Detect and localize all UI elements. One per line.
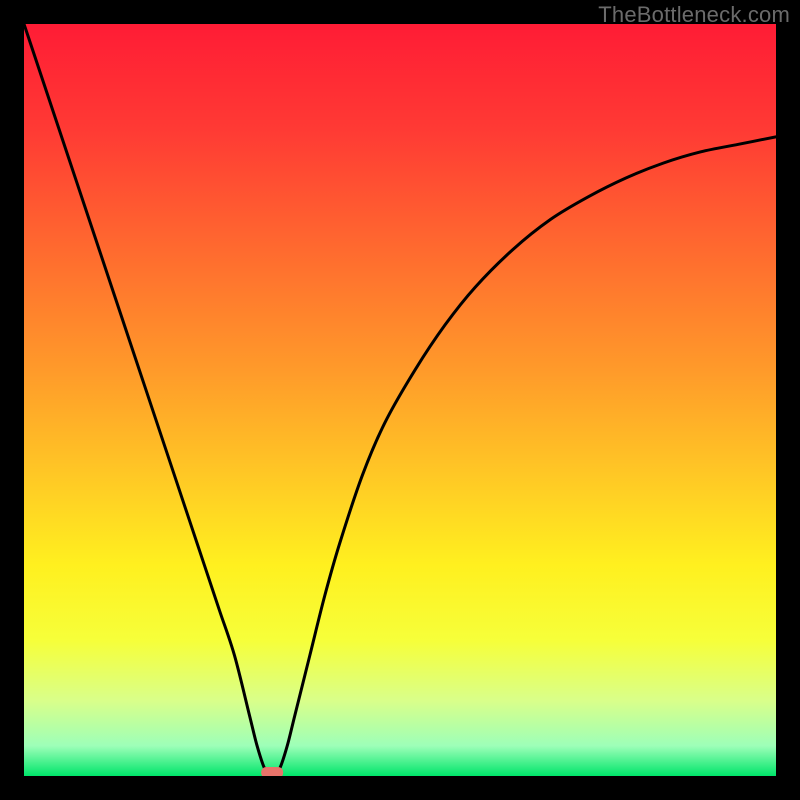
chart-frame xyxy=(24,24,776,776)
bottleneck-chart xyxy=(24,24,776,776)
optimal-marker xyxy=(261,767,283,776)
chart-background xyxy=(24,24,776,776)
watermark-text: TheBottleneck.com xyxy=(598,2,790,28)
